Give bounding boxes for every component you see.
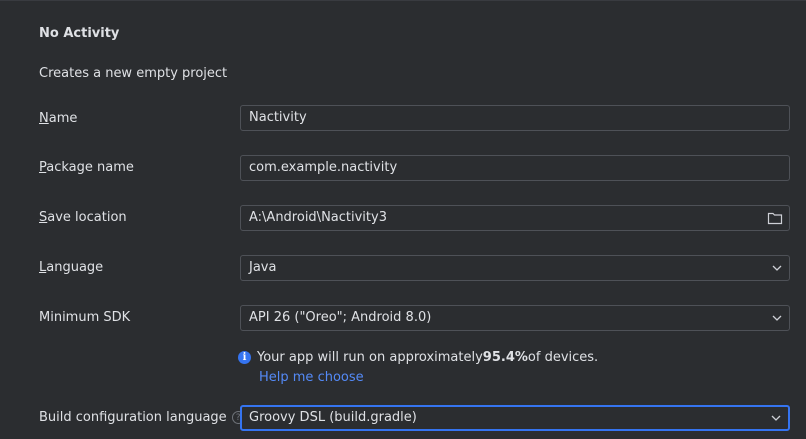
language-label: Language: [39, 260, 104, 275]
coverage-percent: 95.4%: [482, 350, 528, 365]
chevron-down-icon: [771, 314, 783, 322]
language-value: Java: [249, 260, 277, 275]
package-name-value: com.example.nactivity: [249, 160, 398, 175]
save-location-field[interactable]: A:\Android\Nactivity3: [240, 205, 790, 231]
name-field[interactable]: Nactivity: [240, 105, 790, 131]
language-dropdown[interactable]: Java: [240, 255, 790, 281]
info-icon: i: [238, 351, 251, 364]
name-value: Nactivity: [249, 110, 307, 125]
build-config-dropdown[interactable]: Groovy DSL (build.gradle): [240, 405, 790, 431]
package-name-label: Package name: [39, 160, 134, 175]
package-name-field[interactable]: com.example.nactivity: [240, 155, 790, 181]
build-config-label: Build configuration language?: [39, 410, 245, 425]
save-location-value: A:\Android\Nactivity3: [249, 210, 387, 225]
minimum-sdk-dropdown[interactable]: API 26 ("Oreo"; Android 8.0): [240, 305, 790, 331]
minimum-sdk-value: API 26 ("Oreo"; Android 8.0): [249, 310, 432, 325]
page-title: No Activity: [39, 26, 120, 41]
chevron-down-icon: [770, 414, 782, 422]
name-label: Name: [39, 111, 78, 126]
chevron-down-icon: [771, 264, 783, 272]
top-divider: [0, 0, 806, 1]
save-location-label: Save location: [39, 210, 127, 225]
page-description: Creates a new empty project: [39, 66, 228, 81]
sdk-coverage-info: i Your app will run on approximately 95.…: [238, 350, 598, 365]
help-me-choose-link[interactable]: Help me choose: [259, 370, 364, 385]
folder-icon[interactable]: [767, 211, 783, 225]
minimum-sdk-label: Minimum SDK: [39, 310, 131, 325]
build-config-value: Groovy DSL (build.gradle): [249, 410, 417, 425]
